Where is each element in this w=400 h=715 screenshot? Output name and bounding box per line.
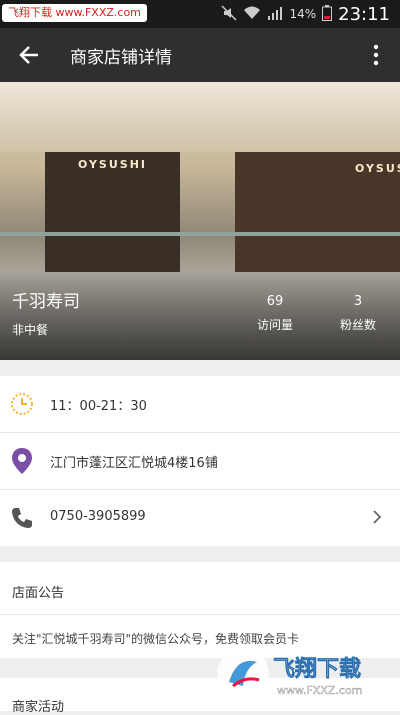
- hours-row: 11：00-21：30: [0, 376, 400, 432]
- address-row[interactable]: 江门市蓬江区汇悦城4楼16铺: [0, 433, 400, 489]
- more-vertical-icon: [373, 44, 379, 66]
- status-time: 23:11: [338, 3, 390, 25]
- phone-icon: [8, 504, 36, 532]
- watermark-badge: 飞翔下载 www.FXXZ.com: [2, 4, 147, 22]
- fans-count-label: 粉丝数: [339, 318, 376, 332]
- status-bar: 飞翔下载 www.FXXZ.com 14% 23:11: [0, 0, 400, 28]
- app-bar: 商家店铺详情: [0, 28, 400, 82]
- battery-icon: [322, 4, 333, 24]
- status-icons: 14% 23:11: [221, 3, 390, 25]
- visit-count-value: 69: [266, 294, 284, 309]
- fans-count-value: 3: [353, 294, 363, 309]
- hero-sign-1: OYSUSHI: [78, 158, 147, 171]
- phone-number: 0750-3905899: [50, 509, 146, 524]
- shop-category: 非中餐: [12, 323, 49, 337]
- hero-sign-2: OYSUSHI: [355, 162, 400, 175]
- wifi-icon: [243, 5, 261, 24]
- shop-name: 千羽寿司: [12, 292, 80, 312]
- shop-address: 江门市蓬江区汇悦城4楼16铺: [50, 456, 218, 471]
- announcement-title: 店面公告: [12, 586, 65, 601]
- arrow-back-icon: [19, 46, 38, 64]
- signal-icon: [267, 5, 283, 24]
- phone-row[interactable]: 0750-3905899: [0, 490, 400, 546]
- watermark-brand: 飞翔下载: [273, 656, 361, 682]
- activities-title: 商家活动: [12, 700, 65, 715]
- more-menu-button[interactable]: [362, 36, 390, 74]
- back-button[interactable]: [10, 36, 48, 74]
- fans-count-stat: 3 粉丝数: [323, 294, 393, 333]
- chevron-right-icon: [372, 508, 382, 530]
- watermark-url: www.FXXZ.com: [277, 684, 362, 697]
- watermark-logo: 飞翔下载 www.FXXZ.com: [215, 646, 397, 702]
- page-title: 商家店铺详情: [70, 48, 172, 68]
- visit-count-label: 访问量: [256, 318, 293, 332]
- business-hours: 11：00-21：30: [50, 399, 147, 414]
- mute-icon: [221, 4, 237, 24]
- announcement-text: 关注"汇悦城千羽寿司"的微信公众号，免费领取会员卡: [12, 632, 300, 646]
- clock-icon: [8, 390, 36, 418]
- battery-percent: 14%: [289, 7, 317, 21]
- location-pin-icon: [8, 447, 36, 475]
- visit-count-stat: 69 访问量: [240, 294, 310, 333]
